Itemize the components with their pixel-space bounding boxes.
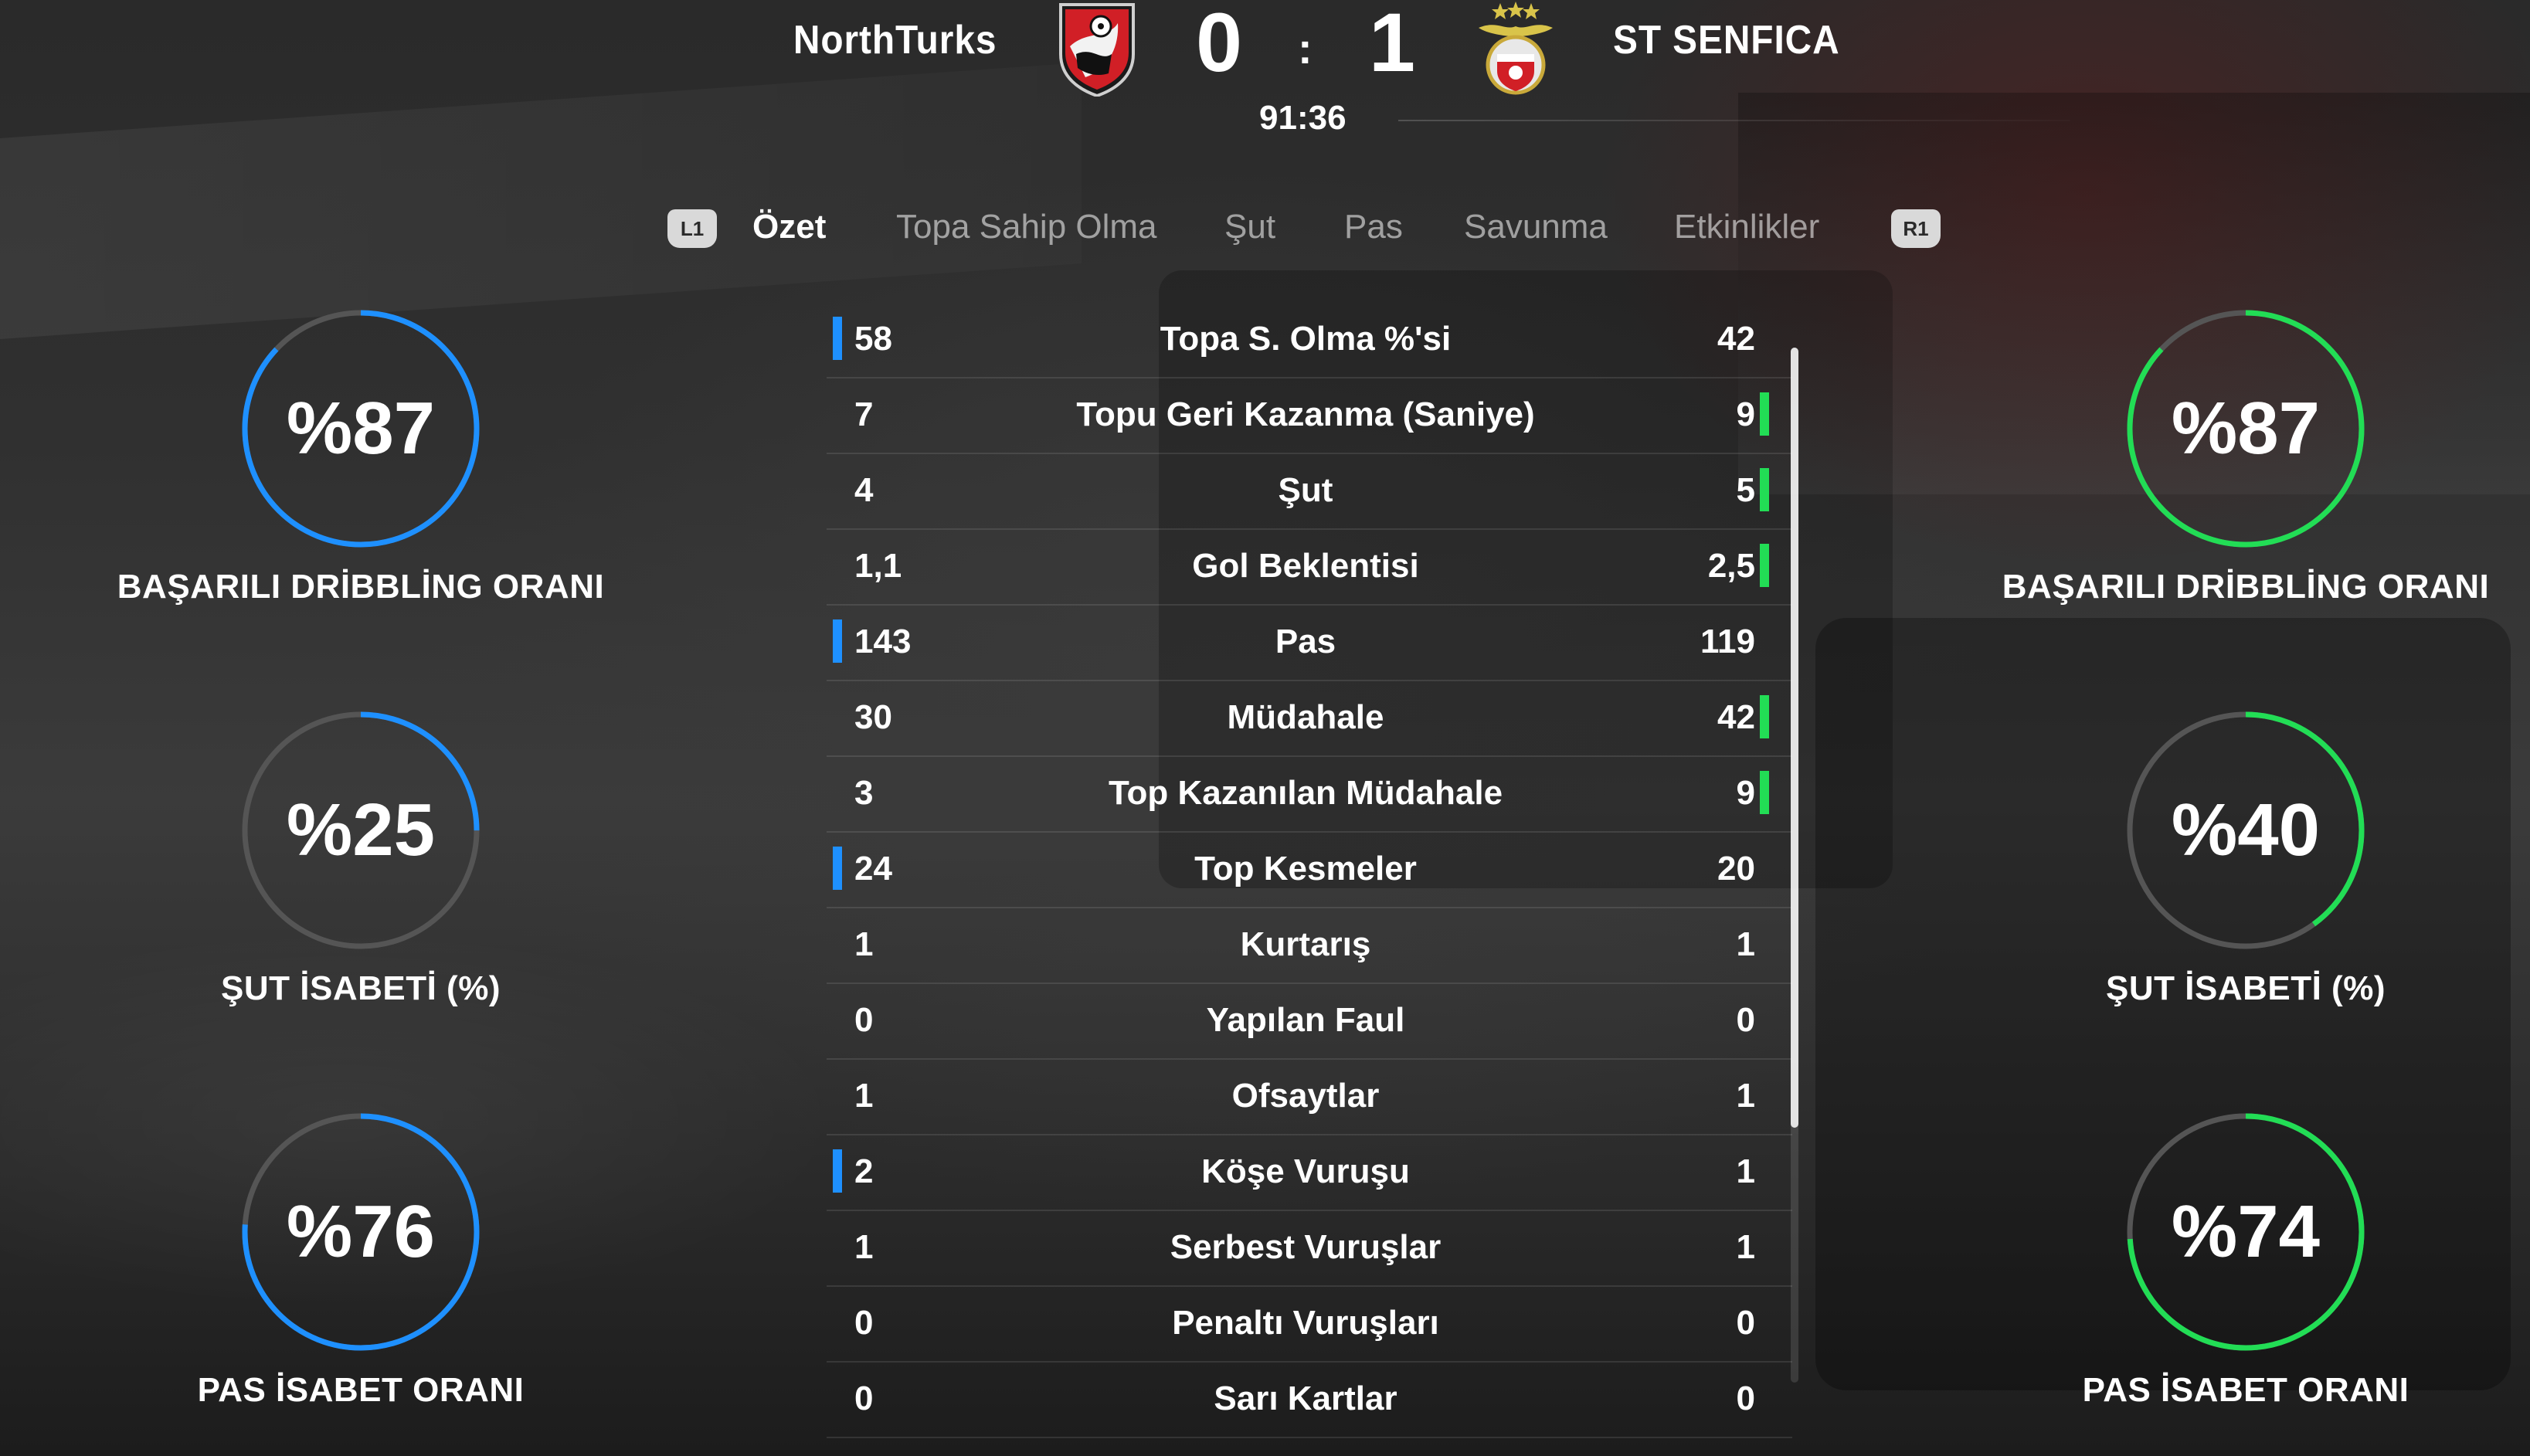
stat-label: Köşe Vuruşu — [1201, 1152, 1410, 1190]
ring-value: %74 — [2171, 1190, 2321, 1273]
stat-row: 0 Yapılan Faul 0 — [827, 984, 1792, 1060]
stat-row: 3 Top Kazanılan Müdahale 9 — [827, 757, 1792, 833]
stat-row: 1 Ofsaytlar 1 — [827, 1060, 1792, 1135]
stat-row: 30 Müdahale 42 — [827, 681, 1792, 757]
ring-gauge: %25 — [237, 707, 484, 954]
stat-label: Gol Beklentisi — [1192, 547, 1419, 585]
ring-label: BAŞARILI DRİBBLİNG ORANI — [2002, 568, 2490, 606]
tab-pas[interactable]: Pas — [1344, 208, 1403, 246]
stat-label: Top Kazanılan Müdahale — [1108, 774, 1503, 812]
away-stat-value: 1 — [1736, 1152, 1755, 1190]
away-dribble-success-gauge: %87 BAŞARILI DRİBBLİNG ORANI — [1975, 305, 2516, 606]
away-stat-value: 5 — [1736, 471, 1755, 509]
ring-label: ŞUT İSABETİ (%) — [2106, 969, 2386, 1007]
stat-row: 7 Topu Geri Kazanma (Saniye) 9 — [827, 378, 1792, 454]
background-shape — [0, 63, 1082, 339]
ring-label: BAŞARILI DRİBBLİNG ORANI — [117, 568, 605, 606]
ring-label: PAS İSABET ORANI — [197, 1371, 525, 1409]
stat-label: Serbest Vuruşlar — [1170, 1228, 1442, 1266]
ring-label: ŞUT İSABETİ (%) — [221, 969, 501, 1007]
away-team-name: ST SENFICA — [1613, 18, 1840, 63]
stat-row: 1 Serbest Vuruşlar 1 — [827, 1211, 1792, 1287]
home-team-name: NorthTurks — [793, 18, 997, 63]
tab-topa-sahip-olma[interactable]: Topa Sahip Olma — [896, 208, 1157, 246]
away-pass-accuracy-gauge: %74 PAS İSABET ORANI — [1975, 1108, 2516, 1410]
ring-gauge: %87 — [2122, 305, 2369, 552]
tab-savunma[interactable]: Savunma — [1464, 208, 1608, 246]
r1-button-icon[interactable]: R1 — [1891, 209, 1941, 248]
ring-gauge: %76 — [237, 1108, 484, 1356]
ring-value: %40 — [2171, 789, 2321, 871]
stat-row: 143 Pas 119 — [827, 606, 1792, 681]
stat-label: Şut — [1278, 471, 1333, 509]
ring-value: %87 — [2171, 387, 2321, 470]
stat-row: 24 Top Kesmeler 20 — [827, 833, 1792, 908]
stat-row: 58 Topa S. Olma %'si 42 — [827, 303, 1792, 378]
away-stat-value: 0 — [1736, 1380, 1755, 1417]
match-clock: 91:36 — [1259, 99, 1347, 137]
home-dribble-success-gauge: %87 BAŞARILI DRİBBLİNG ORANI — [90, 305, 631, 606]
stat-row: 4 Şut 5 — [827, 454, 1792, 530]
stat-label: Ofsaytlar — [1231, 1077, 1380, 1115]
score-separator: : — [1298, 24, 1313, 73]
tab-sut[interactable]: Şut — [1224, 208, 1275, 246]
stats-table: 58 Topa S. Olma %'si 42 7 Topu Geri Kazanma… — [827, 303, 1792, 1438]
away-stat-value: 0 — [1736, 1304, 1755, 1342]
stat-label: Pas — [1275, 623, 1336, 660]
away-stat-value: 42 — [1717, 698, 1755, 736]
stats-scrollbar[interactable] — [1791, 348, 1798, 1383]
stat-row: 0 Sarı Kartlar 0 — [827, 1363, 1792, 1438]
ring-value: %87 — [286, 387, 436, 470]
away-stat-value: 0 — [1736, 1001, 1755, 1039]
scrollbar-thumb[interactable] — [1791, 348, 1798, 1128]
stat-label: Müdahale — [1227, 698, 1384, 736]
away-stat-value: 9 — [1736, 774, 1755, 812]
away-stat-value: 2,5 — [1707, 547, 1755, 585]
away-stat-value: 42 — [1717, 320, 1755, 358]
stat-label: Kurtarış — [1240, 925, 1371, 963]
away-leader-indicator — [1760, 771, 1769, 814]
stat-row: 0 Penaltı Vuruşları 0 — [827, 1287, 1792, 1363]
stat-row: 1,1 Gol Beklentisi 2,5 — [827, 530, 1792, 606]
away-stat-value: 9 — [1736, 395, 1755, 433]
away-score: 1 — [1369, 0, 1416, 89]
stats-tab-bar: L1 Özet Topa Sahip Olma Şut Pas Savunma … — [0, 205, 2530, 259]
away-stat-value: 20 — [1717, 850, 1755, 888]
home-score: 0 — [1196, 0, 1243, 89]
stat-label: Top Kesmeler — [1194, 850, 1417, 888]
ring-gauge: %40 — [2122, 707, 2369, 954]
header-divider — [1398, 120, 2070, 121]
ring-gauge: %87 — [237, 305, 484, 552]
l1-button-icon[interactable]: L1 — [667, 209, 717, 248]
away-leader-indicator — [1760, 468, 1769, 511]
away-stat-value: 1 — [1736, 1077, 1755, 1115]
stat-label: Sarı Kartlar — [1214, 1380, 1397, 1417]
away-stat-value: 1 — [1736, 1228, 1755, 1266]
ring-label: PAS İSABET ORANI — [2082, 1371, 2409, 1409]
stat-label: Topa S. Olma %'si — [1160, 320, 1452, 358]
home-shot-accuracy-gauge: %25 ŞUT İSABETİ (%) — [90, 707, 631, 1008]
stat-label: Penaltı Vuruşları — [1172, 1304, 1439, 1342]
tab-ozet[interactable]: Özet — [752, 208, 826, 246]
ring-gauge: %74 — [2122, 1108, 2369, 1356]
away-stat-value: 1 — [1736, 925, 1755, 963]
ring-value: %76 — [286, 1190, 436, 1273]
ring-value: %25 — [286, 789, 436, 871]
away-leader-indicator — [1760, 695, 1769, 738]
tab-etkinlikler[interactable]: Etkinlikler — [1674, 208, 1819, 246]
away-leader-indicator — [1760, 392, 1769, 436]
away-team-crest-icon — [1479, 2, 1553, 95]
home-team-crest-icon — [1059, 3, 1135, 97]
stat-row: 2 Köşe Vuruşu 1 — [827, 1135, 1792, 1211]
stat-label: Yapılan Faul — [1206, 1001, 1405, 1039]
stat-row: 1 Kurtarış 1 — [827, 908, 1792, 984]
stat-label: Topu Geri Kazanma (Saniye) — [1076, 395, 1535, 433]
away-shot-accuracy-gauge: %40 ŞUT İSABETİ (%) — [1975, 707, 2516, 1008]
home-pass-accuracy-gauge: %76 PAS İSABET ORANI — [90, 1108, 631, 1410]
away-leader-indicator — [1760, 544, 1769, 587]
away-stat-value: 119 — [1700, 623, 1755, 660]
